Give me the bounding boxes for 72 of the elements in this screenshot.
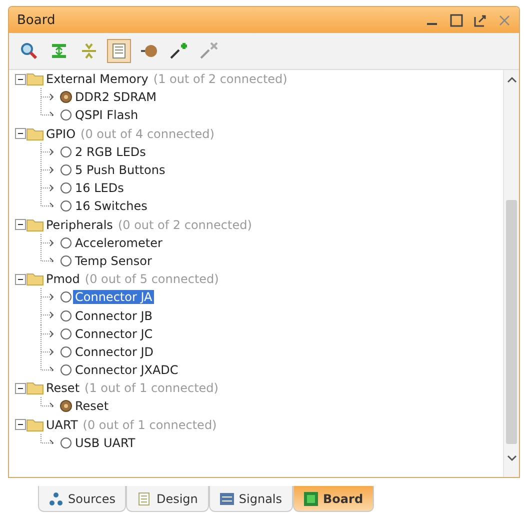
connection-summary: (1 out of 2 connected) [153,72,288,86]
group-label[interactable]: GPIO [44,126,78,141]
group-label[interactable]: UART [44,418,80,432]
group-label[interactable]: External Memory [44,72,150,86]
close-icon [498,14,510,26]
interface-item[interactable]: 2 RGB LEDs [73,144,148,159]
tree-connector-icon [40,397,54,408]
scroll-down-icon [506,454,516,462]
tree-connector-icon [40,306,54,326]
interface-item[interactable]: Reset [73,399,111,414]
board-icon [304,492,318,506]
interface-item[interactable]: 16 Switches [73,199,150,214]
connect-icon [169,42,189,60]
panel-tab[interactable]: Board [293,486,374,512]
tree-connector-icon [40,142,54,162]
group-label[interactable]: Pmod [44,272,82,286]
group-label[interactable]: Reset [44,381,82,396]
connection-summary: (0 out of 1 connected) [82,418,217,432]
folder-icon [26,218,44,232]
disconnect-icon [199,42,219,60]
hierarchy-icon [49,492,63,506]
collapse-toggle-icon[interactable] [15,219,26,230]
group-label[interactable]: Peripherals [44,218,115,232]
toggle-view-button[interactable] [107,39,131,63]
minimize-icon [426,23,438,25]
interface-item[interactable]: 16 LEDs [73,181,126,196]
panel-tab[interactable]: Signals [208,486,294,512]
folder-icon [26,381,44,396]
interface-item[interactable]: Connector JA [73,290,154,304]
scrollbar-thumb[interactable] [506,200,517,444]
interface-item[interactable]: Connector JB [73,308,154,323]
interface-item[interactable]: Connector JD [73,344,156,359]
connection-summary: (0 out of 4 connected) [80,126,214,141]
search-icon [20,42,38,60]
folder-icon [26,126,44,141]
tree-connector-icon [40,288,54,308]
signals-icon [220,492,234,504]
window-title: Board [17,12,56,28]
collapse-toggle-icon[interactable] [15,419,26,430]
connection-summary: (0 out of 2 connected) [118,218,252,232]
panel-tab[interactable]: Design [126,486,209,512]
expand-icon [50,42,68,60]
interface-item[interactable]: USB UART [73,436,138,450]
float-icon [474,14,486,26]
collapse-toggle-icon[interactable] [15,274,26,285]
connection-summary: (1 out of 1 connected) [84,381,218,396]
interface-item[interactable]: Connector JC [73,326,155,341]
interface-item[interactable]: Temp Sensor [73,254,154,268]
connector-icon [140,42,158,60]
collapse-toggle-icon[interactable] [15,128,26,140]
maximize-icon [450,14,462,26]
tree-connector-icon [40,324,54,344]
collapse-icon [80,42,98,60]
panel-tab[interactable]: Sources [38,486,126,512]
interface-item[interactable]: Connector JXADC [73,363,180,378]
scroll-up-icon [506,76,516,84]
interface-item[interactable]: QSPI Flash [73,108,140,122]
design-icon [137,492,152,506]
collapse-toggle-icon[interactable] [15,382,26,394]
folder-icon [26,272,44,286]
list-icon [111,43,127,59]
tree-connector-icon [40,434,54,444]
float-button[interactable] [473,13,487,27]
interface-item[interactable]: DDR2 SDRAM [73,90,159,104]
interface-item[interactable]: 5 Push Buttons [73,163,168,178]
maximize-button[interactable] [449,13,463,27]
interface-item[interactable]: Accelerometer [73,236,164,250]
connection-summary: (0 out of 5 connected) [84,272,219,286]
tree-connector-icon [40,160,54,180]
folder-icon [26,72,44,86]
folder-icon [26,418,44,432]
collapse-toggle-icon[interactable] [15,74,26,85]
